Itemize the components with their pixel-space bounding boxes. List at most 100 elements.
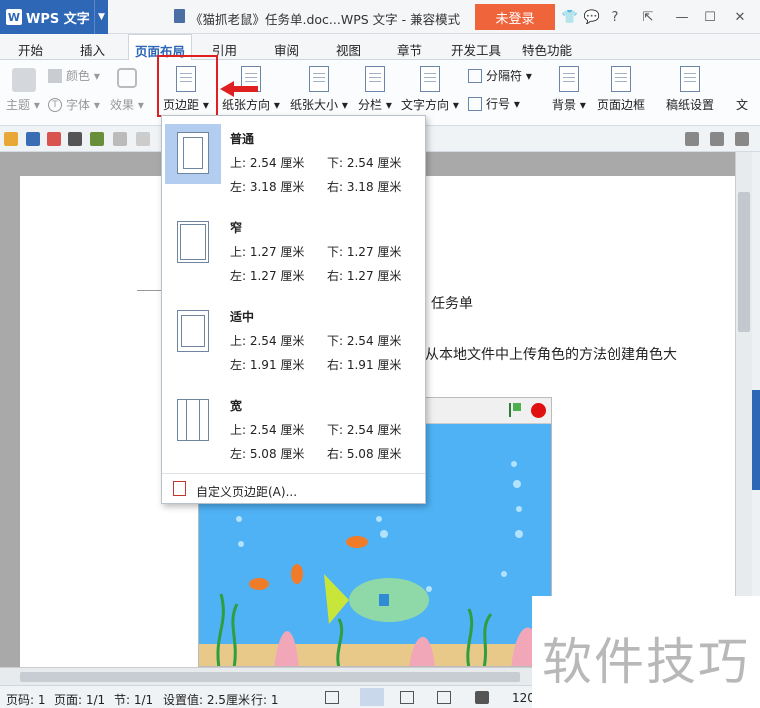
theme-button[interactable]: 主题 ▾ — [6, 96, 40, 113]
print-icon[interactable] — [68, 132, 82, 146]
line-numbers-button[interactable]: 行号 ▾ — [468, 95, 520, 112]
watermark-text: 软件技巧 — [542, 633, 750, 691]
horizontal-scrollbar[interactable] — [0, 667, 535, 685]
option-right: 右: 5.08 厘米 — [327, 447, 402, 461]
document-heading: 任务单 — [431, 296, 473, 312]
chat-icon[interactable]: 💬 — [584, 9, 600, 25]
text-direction-button[interactable]: 文字方向 ▾ — [401, 66, 459, 113]
horizontal-scroll-thumb[interactable] — [20, 672, 520, 682]
help-icon[interactable]: ? — [607, 9, 623, 25]
page-margin-icon — [177, 399, 209, 441]
minimize-icon[interactable]: — — [674, 9, 690, 25]
status-setting: 设置值: 2.5厘米 — [163, 693, 250, 707]
vertical-scrollbar[interactable] — [735, 152, 752, 667]
option-name: 适中 — [230, 310, 255, 324]
option-name: 窄 — [230, 221, 243, 235]
undo-icon[interactable] — [113, 132, 127, 146]
option-bottom: 下: 2.54 厘米 — [327, 156, 402, 170]
tab-developer[interactable]: 开发工具 — [451, 40, 501, 59]
margin-preview — [165, 213, 221, 273]
custom-margins-icon — [173, 481, 186, 496]
option-bottom: 下: 2.54 厘米 — [327, 334, 402, 348]
toolbar-icon-b[interactable] — [710, 132, 724, 146]
margins-dropdown: 普通 上: 2.54 厘米 下: 2.54 厘米 左: 3.18 厘米 右: 3… — [161, 115, 426, 504]
status-section: 节: 1/1 — [114, 693, 154, 707]
custom-margins-label: 自定义页边距(A)... — [196, 485, 298, 499]
option-top: 上: 2.54 厘米 — [230, 156, 305, 170]
manuscript-icon — [680, 66, 700, 92]
side-panel-tab[interactable] — [752, 390, 760, 490]
tab-chapter[interactable]: 章节 — [397, 40, 422, 59]
effects-button[interactable]: 效果 ▾ — [110, 96, 144, 113]
tab-insert[interactable]: 插入 — [80, 40, 105, 59]
tab-view[interactable]: 视图 — [336, 40, 361, 59]
document-paragraph: 从本地文件中上传角色的方法创建角色大 — [425, 347, 677, 363]
status-page: 页面: 1/1 — [54, 693, 106, 707]
columns-button[interactable]: 分栏 ▾ — [358, 66, 392, 113]
background-button[interactable]: 背景 ▾ — [552, 66, 586, 113]
effects-icon — [117, 68, 137, 88]
more-button[interactable]: 文 — [736, 96, 748, 113]
login-button[interactable]: 未登录 — [475, 4, 555, 30]
colors-button[interactable]: 颜色 ▾ — [48, 67, 100, 84]
preview-icon[interactable] — [90, 132, 104, 146]
reading-view-icon[interactable] — [475, 691, 489, 704]
breaks-icon — [468, 68, 482, 83]
margin-option-narrow[interactable]: 窄 上: 1.27 厘米 下: 1.27 厘米 左: 1.27 厘米 右: 1.… — [163, 207, 425, 295]
breaks-label: 分隔符 — [486, 69, 523, 83]
manuscript-button[interactable]: 稿纸设置 — [666, 66, 714, 113]
custom-margins-item[interactable]: 自定义页边距(A)... — [162, 473, 425, 503]
title-bar: W WPS 文字 ▼ 《猫抓老鼠》任务单.doc...WPS 文字 - 兼容模式… — [0, 0, 760, 34]
document-icon — [174, 9, 185, 23]
margin-preview — [165, 391, 221, 451]
option-name: 普通 — [230, 132, 255, 146]
margin-preview — [165, 302, 221, 362]
margin-option-normal[interactable]: 普通 上: 2.54 厘米 下: 2.54 厘米 左: 3.18 厘米 右: 3… — [163, 118, 425, 206]
app-name: WPS 文字 — [26, 11, 90, 27]
outline-view-icon[interactable] — [400, 691, 414, 704]
red-arrow-icon — [220, 81, 258, 97]
tab-review[interactable]: 审阅 — [274, 40, 299, 59]
size-icon — [308, 66, 329, 92]
option-bottom: 下: 1.27 厘米 — [327, 245, 402, 259]
app-menu-button[interactable]: W WPS 文字 ▼ — [0, 0, 108, 34]
grid-icon — [48, 68, 62, 83]
size-button[interactable]: 纸张大小 ▾ — [290, 66, 348, 113]
font-icon: T — [48, 97, 62, 112]
breaks-button[interactable]: 分隔符 ▾ — [468, 67, 532, 84]
font-button[interactable]: T 字体 ▾ — [48, 96, 100, 113]
page-borders-button[interactable]: 页面边框 — [597, 66, 645, 113]
effects-label: 效果 — [110, 98, 135, 112]
margin-option-moderate[interactable]: 适中 上: 2.54 厘米 下: 2.54 厘米 左: 1.91 厘米 右: 1… — [163, 296, 425, 384]
fullscreen-view-icon[interactable] — [325, 691, 339, 704]
skin-icon[interactable]: 👕 — [562, 9, 578, 25]
columns-label: 分栏 ▾ — [358, 98, 392, 112]
option-top: 上: 1.27 厘米 — [230, 245, 305, 259]
option-left: 左: 1.27 厘米 — [230, 269, 305, 283]
wps-logo-icon: W — [6, 9, 22, 25]
web-view-icon[interactable] — [437, 691, 451, 704]
close-icon[interactable]: ✕ — [732, 9, 748, 25]
orientation-label: 纸张方向 ▾ — [222, 98, 280, 112]
page-view-icon[interactable] — [360, 688, 384, 706]
scroll-thumb[interactable] — [738, 192, 750, 332]
font-label: 字体 — [66, 98, 91, 112]
toolbar-icon-a[interactable] — [685, 132, 699, 146]
maximize-icon[interactable]: ☐ — [702, 9, 718, 25]
margin-option-wide[interactable]: 宽 上: 2.54 厘米 下: 2.54 厘米 左: 5.08 厘米 右: 5.… — [163, 385, 425, 473]
open-icon[interactable] — [4, 132, 18, 146]
tab-special[interactable]: 特色功能 — [522, 40, 572, 59]
redo-icon[interactable] — [136, 132, 150, 146]
option-name: 宽 — [230, 399, 243, 413]
text-direction-icon — [419, 66, 440, 92]
toolbar-icon-c[interactable] — [735, 132, 749, 146]
document-title: 《猫抓老鼠》任务单.doc...WPS 文字 - 兼容模式 — [190, 12, 461, 27]
line-numbers-icon — [468, 96, 482, 111]
pdf-icon[interactable] — [47, 132, 61, 146]
chevron-down-icon[interactable]: ▼ — [94, 0, 108, 34]
fullscreen-icon[interactable]: ⇱ — [640, 9, 656, 25]
margin-preview — [165, 124, 221, 184]
save-icon[interactable] — [26, 132, 40, 146]
tab-home[interactable]: 开始 — [18, 40, 43, 59]
option-right: 右: 1.27 厘米 — [327, 269, 402, 283]
